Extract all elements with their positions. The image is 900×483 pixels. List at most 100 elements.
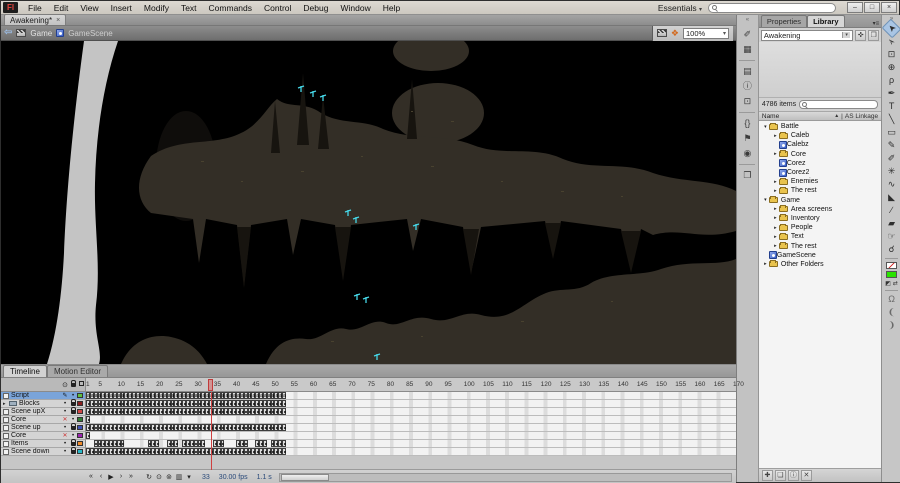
- delete-button[interactable]: ✕: [801, 470, 812, 481]
- layer-name-scene-up[interactable]: Scene up•: [1, 424, 86, 432]
- twisty-icon[interactable]: ▸: [772, 179, 779, 185]
- close-button[interactable]: ×: [881, 2, 897, 13]
- properties-button[interactable]: ⓘ: [788, 470, 799, 481]
- layer-visibility-toggle[interactable]: •: [61, 441, 69, 447]
- app-search-input[interactable]: [708, 3, 836, 13]
- spray-brush-tool-icon[interactable]: ✳: [884, 165, 899, 178]
- layer-visibility-toggle[interactable]: •: [61, 449, 69, 455]
- straighten-option-button[interactable]: ❩: [884, 319, 899, 332]
- layer-visibility-toggle[interactable]: ✕: [61, 432, 69, 439]
- twisty-icon[interactable]: ▸: [772, 188, 779, 194]
- step-forward-button[interactable]: ›: [117, 473, 125, 481]
- list-item-enemies[interactable]: ▸Enemies: [759, 177, 881, 186]
- layer-outline-color[interactable]: [77, 425, 83, 430]
- snap-to-objects-button[interactable]: Ω: [884, 293, 899, 306]
- lock-all-layers-icon[interactable]: [69, 381, 77, 388]
- stage-canvas[interactable]: [1, 41, 736, 364]
- step-back-button[interactable]: ‹: [97, 473, 105, 481]
- list-item-area-screens[interactable]: ▸Area screens: [759, 205, 881, 214]
- back-arrow-button[interactable]: ⇦: [4, 28, 12, 38]
- twisty-icon[interactable]: ▸: [772, 225, 779, 231]
- black-white-button[interactable]: ◩: [885, 280, 891, 287]
- new-symbol-button[interactable]: ✚: [762, 470, 773, 481]
- outline-all-layers-icon[interactable]: [77, 381, 85, 388]
- modify-onion-markers-button[interactable]: ▾: [185, 473, 193, 481]
- layer-lock-toggle[interactable]: [69, 409, 77, 415]
- layer-lock-toggle[interactable]: [69, 401, 77, 407]
- lasso-tool-icon[interactable]: ρ: [884, 74, 899, 87]
- zoom-tool-icon[interactable]: ☌: [884, 243, 899, 256]
- list-item-other-folders[interactable]: ▸Other Folders: [759, 260, 881, 269]
- layer-visibility-toggle[interactable]: ✎: [61, 392, 69, 399]
- layer-lock-toggle[interactable]: [69, 441, 77, 447]
- list-item-corez[interactable]: Corez: [759, 159, 881, 168]
- edit-scene-button[interactable]: [657, 29, 667, 37]
- twisty-icon[interactable]: ▸: [772, 151, 779, 157]
- list-item-battle[interactable]: ▾Battle: [759, 122, 881, 131]
- layer-outline-color[interactable]: [77, 393, 83, 398]
- project-panel-icon[interactable]: ❐: [738, 168, 756, 183]
- tab-properties[interactable]: Properties: [761, 15, 807, 27]
- list-item-caleb[interactable]: ▸Caleb: [759, 131, 881, 140]
- twisty-icon[interactable]: ▸: [772, 215, 779, 221]
- list-item-corez2[interactable]: Corez2: [759, 168, 881, 177]
- menu-file[interactable]: File: [22, 3, 48, 13]
- document-tab[interactable]: Awakening* ×: [4, 14, 66, 25]
- menu-text[interactable]: Text: [175, 3, 203, 13]
- menu-modify[interactable]: Modify: [138, 3, 175, 13]
- tab-motion-editor[interactable]: Motion Editor: [47, 365, 108, 377]
- twisty-icon[interactable]: ▸: [772, 234, 779, 240]
- brush-panel-icon[interactable]: ✐: [738, 27, 756, 42]
- swap-colors-button[interactable]: ⇄: [893, 280, 898, 287]
- twisty-icon[interactable]: ▸: [772, 133, 779, 139]
- show-hide-all-layers-icon[interactable]: ⊙: [61, 381, 69, 389]
- layer-frames-strip[interactable]: [86, 416, 736, 424]
- edit-multiple-frames-button[interactable]: ▥: [175, 473, 183, 481]
- onion-skin-outlines-button[interactable]: ⊚: [165, 473, 173, 481]
- list-item-calebz[interactable]: Calebz: [759, 140, 881, 149]
- new-folder-button[interactable]: ❏: [775, 470, 786, 481]
- dock-collapse-icon[interactable]: «: [746, 17, 749, 23]
- document-tab-close-icon[interactable]: ×: [56, 15, 60, 26]
- library-column-header[interactable]: Name ▲|AS Linkage: [759, 111, 881, 121]
- layer-lock-toggle[interactable]: [69, 425, 77, 431]
- scrollbar-thumb[interactable]: [281, 474, 329, 481]
- sort-icon[interactable]: ▲: [834, 113, 839, 119]
- menu-edit[interactable]: Edit: [48, 3, 75, 13]
- twisty-icon[interactable]: ▾: [762, 124, 769, 130]
- breadcrumb-scene[interactable]: Game: [30, 29, 52, 38]
- list-item-people[interactable]: ▸People: [759, 223, 881, 232]
- tab-timeline[interactable]: Timeline: [3, 365, 47, 377]
- layer-lock-toggle[interactable]: •: [69, 433, 77, 439]
- zoom-level-select[interactable]: 100%▾: [683, 28, 729, 39]
- list-item-text[interactable]: ▸Text: [759, 232, 881, 241]
- fill-color-swatch[interactable]: [886, 271, 897, 278]
- loop-playback-button[interactable]: ↻: [145, 473, 153, 481]
- layer-lock-toggle[interactable]: •: [69, 393, 77, 399]
- menu-debug[interactable]: Debug: [297, 3, 334, 13]
- onion-skin-button[interactable]: ⊙: [155, 473, 163, 481]
- 3d-rotation-tool-icon[interactable]: ⊕: [884, 61, 899, 74]
- workspace-switcher[interactable]: Essentials ▾: [658, 3, 702, 13]
- layer-outline-color[interactable]: [77, 433, 83, 438]
- layer-visibility-toggle[interactable]: •: [61, 425, 69, 431]
- bone-tool-icon[interactable]: ∿: [884, 178, 899, 191]
- frame-rate-value[interactable]: 30.00 fps: [219, 474, 248, 481]
- layer-outline-color[interactable]: [77, 401, 83, 406]
- transform-panel-icon[interactable]: ⊡: [738, 94, 756, 109]
- pencil-tool-icon[interactable]: ✎: [884, 139, 899, 152]
- go-to-last-frame-button[interactable]: »: [127, 473, 135, 481]
- layer-lock-toggle[interactable]: •: [69, 417, 77, 423]
- twisty-icon[interactable]: ▾: [762, 197, 769, 203]
- eraser-tool-icon[interactable]: ▰: [884, 217, 899, 230]
- line-tool-icon[interactable]: ╲: [884, 113, 899, 126]
- layer-visibility-toggle[interactable]: •: [61, 401, 69, 407]
- brush-tool-icon[interactable]: ✐: [884, 152, 899, 165]
- column-as-linkage[interactable]: AS Linkage: [845, 113, 878, 120]
- layer-visibility-toggle[interactable]: •: [61, 409, 69, 415]
- layer-outline-color[interactable]: [77, 417, 83, 422]
- twisty-icon[interactable]: ▸: [772, 243, 779, 249]
- compiler-errors-panel-icon[interactable]: ⚑: [738, 131, 756, 146]
- pin-library-button[interactable]: ✜: [855, 30, 866, 41]
- menu-help[interactable]: Help: [377, 3, 406, 13]
